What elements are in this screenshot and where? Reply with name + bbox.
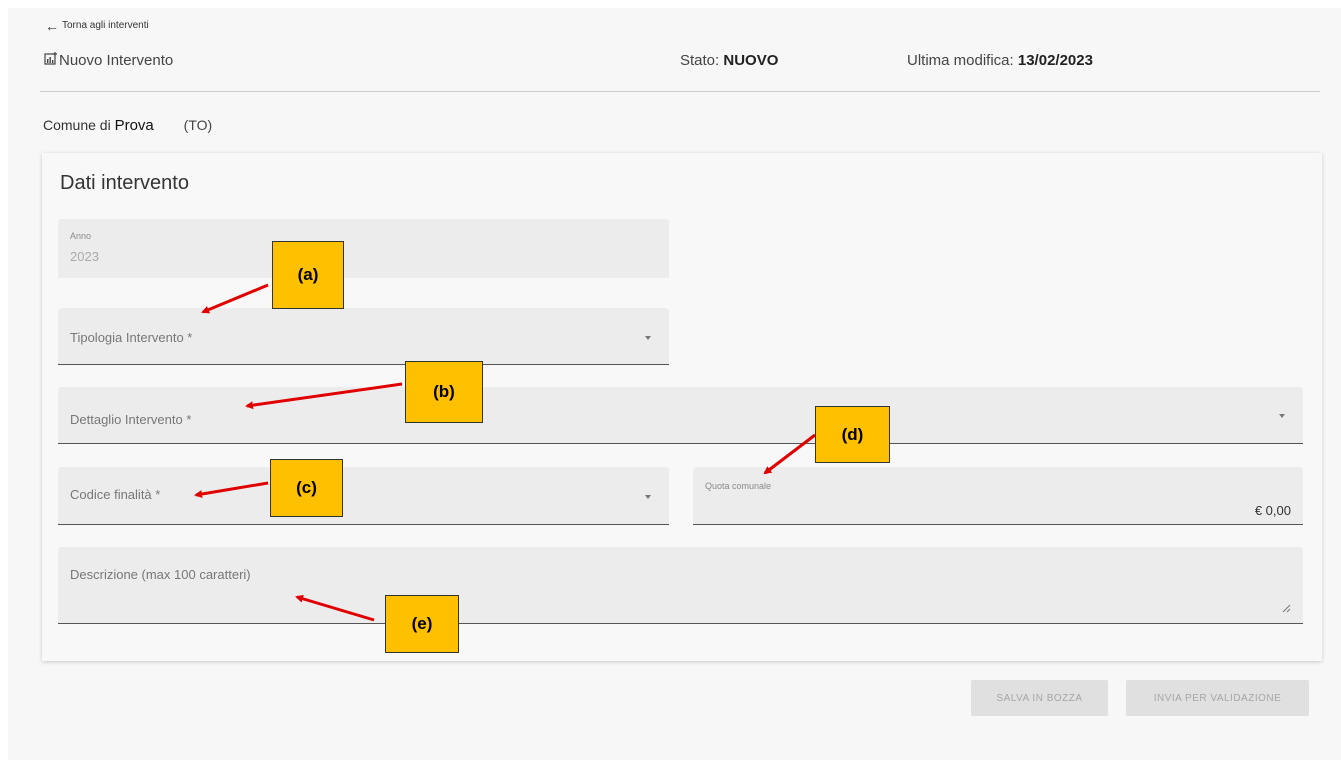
comune-prefix: Comune di bbox=[43, 117, 111, 133]
comune-info: Comune di Prova (TO) bbox=[43, 117, 212, 134]
send-validation-button[interactable]: INVIA PER VALIDAZIONE bbox=[1126, 680, 1309, 716]
page-title-text: Nuovo Intervento bbox=[59, 52, 174, 69]
comune-province: (TO) bbox=[183, 117, 213, 133]
save-draft-button[interactable]: SALVA IN BOZZA bbox=[971, 680, 1108, 716]
quota-comunale-input[interactable]: Quota comunale € 0,00 bbox=[693, 467, 1303, 525]
tipologia-select[interactable]: Tipologia Intervento * bbox=[58, 308, 669, 365]
descrizione-textarea[interactable]: Descrizione (max 100 caratteri) bbox=[58, 547, 1303, 624]
callout-e: (e) bbox=[385, 595, 459, 653]
status-value: NUOVO bbox=[723, 52, 779, 69]
callout-b: (b) bbox=[405, 361, 483, 423]
status: Stato: NUOVO bbox=[680, 52, 778, 69]
callout-c: (c) bbox=[270, 459, 343, 517]
back-link[interactable]: ← Torna agli interventi bbox=[45, 17, 149, 34]
quota-comunale-label: Quota comunale bbox=[705, 481, 772, 491]
codice-finalita-label: Codice finalità * bbox=[70, 487, 161, 502]
card-title: Dati intervento bbox=[60, 172, 189, 194]
add-chart-icon bbox=[44, 51, 57, 65]
header-divider bbox=[40, 91, 1320, 92]
back-link-label: Torna agli interventi bbox=[62, 20, 149, 31]
codice-finalita-select[interactable]: Codice finalità * bbox=[58, 467, 669, 525]
dettaglio-select[interactable]: Dettaglio Intervento * bbox=[58, 387, 1303, 444]
tipologia-label: Tipologia Intervento * bbox=[70, 330, 193, 345]
comune-name: Prova bbox=[114, 117, 154, 134]
arrow-left-icon: ← bbox=[45, 17, 59, 34]
anno-value: 2023 bbox=[70, 249, 99, 264]
chevron-down-icon bbox=[645, 495, 651, 499]
callout-d: (d) bbox=[815, 406, 890, 463]
last-modified-label: Ultima modifica: bbox=[907, 52, 1014, 69]
status-label: Stato: bbox=[680, 52, 720, 69]
anno-label: Anno bbox=[70, 231, 92, 241]
page-title: Nuovo Intervento bbox=[44, 51, 174, 69]
anno-field: Anno 2023 bbox=[58, 219, 669, 278]
last-modified-value: 13/02/2023 bbox=[1017, 52, 1093, 69]
dettaglio-label: Dettaglio Intervento * bbox=[70, 412, 192, 427]
last-modified: Ultima modifica: 13/02/2023 bbox=[907, 52, 1093, 69]
descrizione-label: Descrizione (max 100 caratteri) bbox=[70, 567, 251, 582]
callout-a: (a) bbox=[272, 241, 344, 309]
chevron-down-icon bbox=[645, 336, 651, 340]
quota-comunale-value: € 0,00 bbox=[1254, 503, 1291, 518]
resize-handle-icon[interactable] bbox=[1281, 603, 1291, 613]
chevron-down-icon bbox=[1279, 414, 1285, 418]
